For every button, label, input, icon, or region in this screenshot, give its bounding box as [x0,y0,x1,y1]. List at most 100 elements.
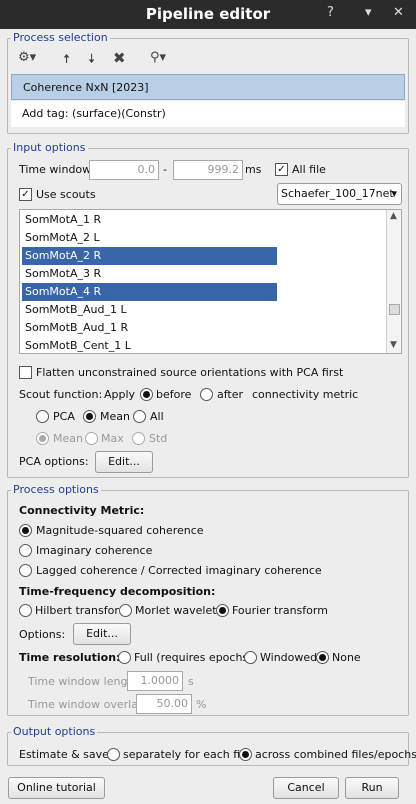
list-item[interactable]: SomMotB_Aud_1 L [22,301,277,319]
list-item[interactable]: SomMotA_3 R [22,265,277,283]
tf-heading: Time-frequency decomposition: [19,585,216,598]
pca-edit-button[interactable]: Edit... [95,451,153,473]
options-edit-button[interactable]: Edit... [73,623,131,645]
hilbert-label: Hilbert transform [35,604,130,617]
scout-list[interactable]: SomMotA_1 R SomMotA_2 L SomMotA_2 R SomM… [19,209,402,354]
separately-label: separately for each file [123,748,251,761]
mean-radio[interactable] [83,410,96,423]
flatten-checkbox[interactable] [19,366,32,379]
use-scouts-checkbox[interactable]: ✓ [19,188,32,201]
sub-mean-label: Mean [53,432,83,445]
help-icon[interactable]: ? [327,5,334,20]
close-icon[interactable]: ✕ [393,5,404,20]
list-item[interactable]: SomMotA_1 R [22,211,277,229]
use-scouts-label: Use scouts [36,188,96,201]
options-label: Options: [19,628,66,641]
pipeline-icon[interactable]: ⚲▾ [150,50,166,65]
process-item-label: Coherence NxN [2023] [23,81,149,94]
time-unit: ms [245,163,262,176]
tr-windowed-label: Windowed [260,651,318,664]
time-resolution-heading: Time resolution: [19,651,121,664]
list-item[interactable]: SomMotB_Cent_1 L [22,337,277,353]
tw-overlap-input[interactable]: 50.00 [136,694,192,714]
window-title: Pipeline editor [145,5,271,23]
fourier-radio[interactable] [216,604,229,617]
tw-length-input[interactable]: 1.0000 [127,671,183,691]
delete-icon[interactable]: ✖ [113,49,126,67]
hilbert-radio[interactable] [19,604,32,617]
list-item[interactable]: SomMotB_Aud_1 R [22,319,277,337]
process-item-label: Add tag: (surface)(Constr) [22,107,166,120]
separately-radio[interactable] [107,748,120,761]
chevron-down-icon: ▾ [391,187,397,200]
pca-options-label: PCA options: [19,455,89,468]
across-label: across combined files/epochs [255,748,416,761]
sub-mean-radio[interactable] [36,432,49,445]
move-up-icon[interactable]: 🠅 [63,50,70,72]
gear-icon[interactable]: ⚙▾ [18,50,36,65]
flatten-label: Flatten unconstrained source orientation… [36,366,344,379]
move-down-icon[interactable]: 🠇 [88,50,95,72]
process-selection-label: Process selection [11,31,110,44]
tw-overlap-unit: % [196,698,207,711]
tw-length-unit: s [188,675,194,688]
process-options-label: Process options [11,483,101,496]
atlas-select[interactable]: Schaefer_100_17net ▾ [277,183,402,205]
tr-none-label: None [332,651,361,664]
sub-std-label: Std [149,432,168,445]
sub-max-label: Max [101,432,124,445]
before-label: before [156,388,192,401]
online-tutorial-button[interactable]: Online tutorial [8,777,105,799]
pca-label: PCA [53,410,75,423]
tr-full-radio[interactable] [118,651,131,664]
metric-imag-label: Imaginary coherence [36,544,153,557]
fourier-label: Fourier transform [232,604,328,617]
after-label: after [217,388,244,401]
input-options-label: Input options [11,141,88,154]
tw-length-label: Time window length: [28,675,143,688]
run-button[interactable]: Run [345,777,399,799]
all-file-label: All file [292,163,326,176]
process-item[interactable]: Add tag: (surface)(Constr) [11,101,405,127]
pca-radio[interactable] [36,410,49,423]
mean-label: Mean [100,410,130,423]
sub-std-radio[interactable] [132,432,145,445]
across-radio[interactable] [239,748,252,761]
time-end-input[interactable]: 999.2 [173,160,243,180]
tw-overlap-label: Time window overlap: [28,698,149,711]
time-dash: - [163,163,167,176]
process-item-selected[interactable]: Coherence NxN [2023] [11,74,405,100]
time-window-label: Time window: [19,163,95,176]
scroll-up-icon[interactable]: ▲ [390,211,397,221]
list-item-selected[interactable]: SomMotA_4 R [22,283,277,301]
time-start-input[interactable]: 0.0 [89,160,159,180]
title-bar: Pipeline editor ? ▾ ✕ [0,0,416,29]
list-item[interactable]: SomMotA_2 L [22,229,277,247]
scrollbar[interactable]: ▲ ▼ [386,210,401,353]
metric-lagged-label: Lagged coherence / Corrected imaginary c… [36,564,322,577]
tr-full-label: Full (requires epochs) [134,651,253,664]
list-item-selected[interactable]: SomMotA_2 R [22,247,277,265]
apply-label: Apply [104,388,136,401]
all-radio[interactable] [133,410,146,423]
minimize-icon[interactable]: ▾ [365,5,372,20]
connectivity-metric-heading: Connectivity Metric: [19,504,145,517]
tr-none-radio[interactable] [316,651,329,664]
tr-windowed-radio[interactable] [244,651,257,664]
all-file-checkbox[interactable]: ✓ [275,163,288,176]
cancel-button[interactable]: Cancel [273,777,339,799]
output-options-label: Output options [11,725,98,738]
metric-msc-label: Magnitude-squared coherence [36,524,204,537]
scout-function-label: Scout function: [19,388,103,401]
before-radio[interactable] [140,388,153,401]
metric-lagged-radio[interactable] [19,564,32,577]
estimate-save-label: Estimate & save: [19,748,113,761]
morlet-label: Morlet wavelets [135,604,223,617]
sub-max-radio[interactable] [85,432,98,445]
metric-imag-radio[interactable] [19,544,32,557]
scroll-thumb[interactable] [389,304,400,315]
after-radio[interactable] [200,388,213,401]
metric-msc-radio[interactable] [19,524,32,537]
scroll-down-icon[interactable]: ▼ [390,340,397,350]
morlet-radio[interactable] [119,604,132,617]
